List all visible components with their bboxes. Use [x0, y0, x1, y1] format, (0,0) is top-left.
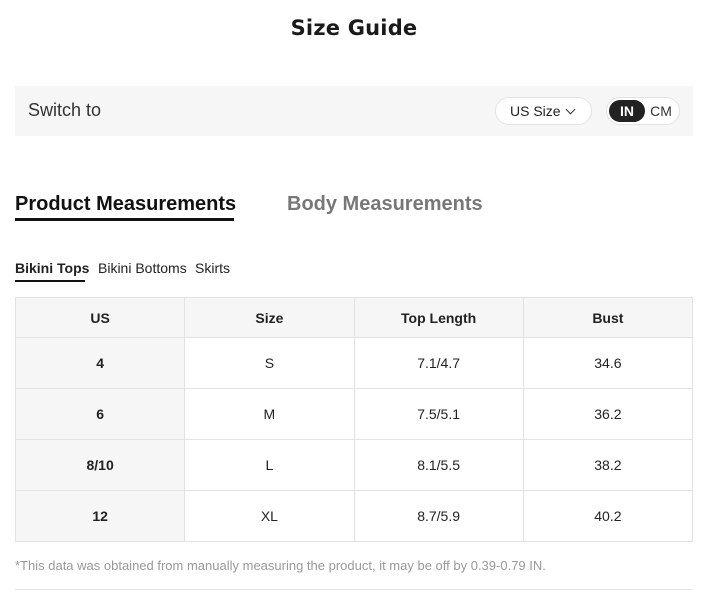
- cell-us: 6: [14, 388, 186, 440]
- column-header-us: US: [14, 297, 186, 338]
- cell-bust: 34.6: [522, 337, 694, 389]
- cell-bust: 36.2: [522, 388, 694, 440]
- chevron-down-icon: [565, 104, 576, 115]
- subtab-bikini-tops[interactable]: Bikini Tops: [15, 260, 89, 276]
- size-system-select[interactable]: US Size: [495, 97, 592, 125]
- tab-product-measurements[interactable]: Product Measurements: [15, 193, 236, 216]
- unit-switch-bar: Switch to US Size IN CM: [15, 86, 693, 136]
- active-subtab-indicator: [15, 280, 85, 282]
- table-row: 12 XL 8.7/5.9 40.2: [14, 490, 694, 542]
- cell-top-length: 8.1/5.5: [353, 439, 524, 491]
- unit-toggle: IN CM: [606, 97, 680, 125]
- table-row: 4 S 7.1/4.7 34.6: [14, 337, 694, 389]
- table-header-row: US Size Top Length Bust: [14, 297, 694, 338]
- divider: [15, 589, 693, 590]
- cell-us: 12: [14, 490, 186, 542]
- measurement-disclaimer: *This data was obtained from manually me…: [15, 558, 546, 573]
- table-row: 6 M 7.5/5.1 36.2: [14, 388, 694, 440]
- column-header-bust: Bust: [522, 297, 694, 338]
- cell-us: 4: [14, 337, 186, 389]
- cell-size: M: [184, 388, 355, 440]
- cell-top-length: 7.1/4.7: [353, 337, 524, 389]
- table-row: 8/10 L 8.1/5.5 38.2: [14, 439, 694, 491]
- cell-size: L: [184, 439, 355, 491]
- column-header-top-length: Top Length: [353, 297, 524, 338]
- cell-top-length: 7.5/5.1: [353, 388, 524, 440]
- unit-in-button[interactable]: IN: [609, 100, 645, 122]
- switch-label: Switch to: [28, 100, 102, 120]
- size-system-value: US Size: [510, 103, 561, 119]
- cell-size: XL: [184, 490, 355, 542]
- cell-us: 8/10: [14, 439, 186, 491]
- cell-bust: 38.2: [522, 439, 694, 491]
- page-title: Size Guide: [290, 16, 418, 40]
- subtab-bikini-bottoms[interactable]: Bikini Bottoms: [98, 260, 187, 276]
- subtab-skirts[interactable]: Skirts: [195, 260, 230, 276]
- unit-cm-button[interactable]: CM: [645, 100, 677, 122]
- cell-bust: 40.2: [522, 490, 694, 542]
- column-header-size: Size: [184, 297, 355, 338]
- tab-body-measurements[interactable]: Body Measurements: [287, 193, 483, 216]
- cell-size: S: [184, 337, 355, 389]
- size-table: US Size Top Length Bust 4 S 7.1/4.7 34.6…: [14, 297, 694, 542]
- active-tab-indicator: [15, 218, 234, 221]
- cell-top-length: 8.7/5.9: [353, 490, 524, 542]
